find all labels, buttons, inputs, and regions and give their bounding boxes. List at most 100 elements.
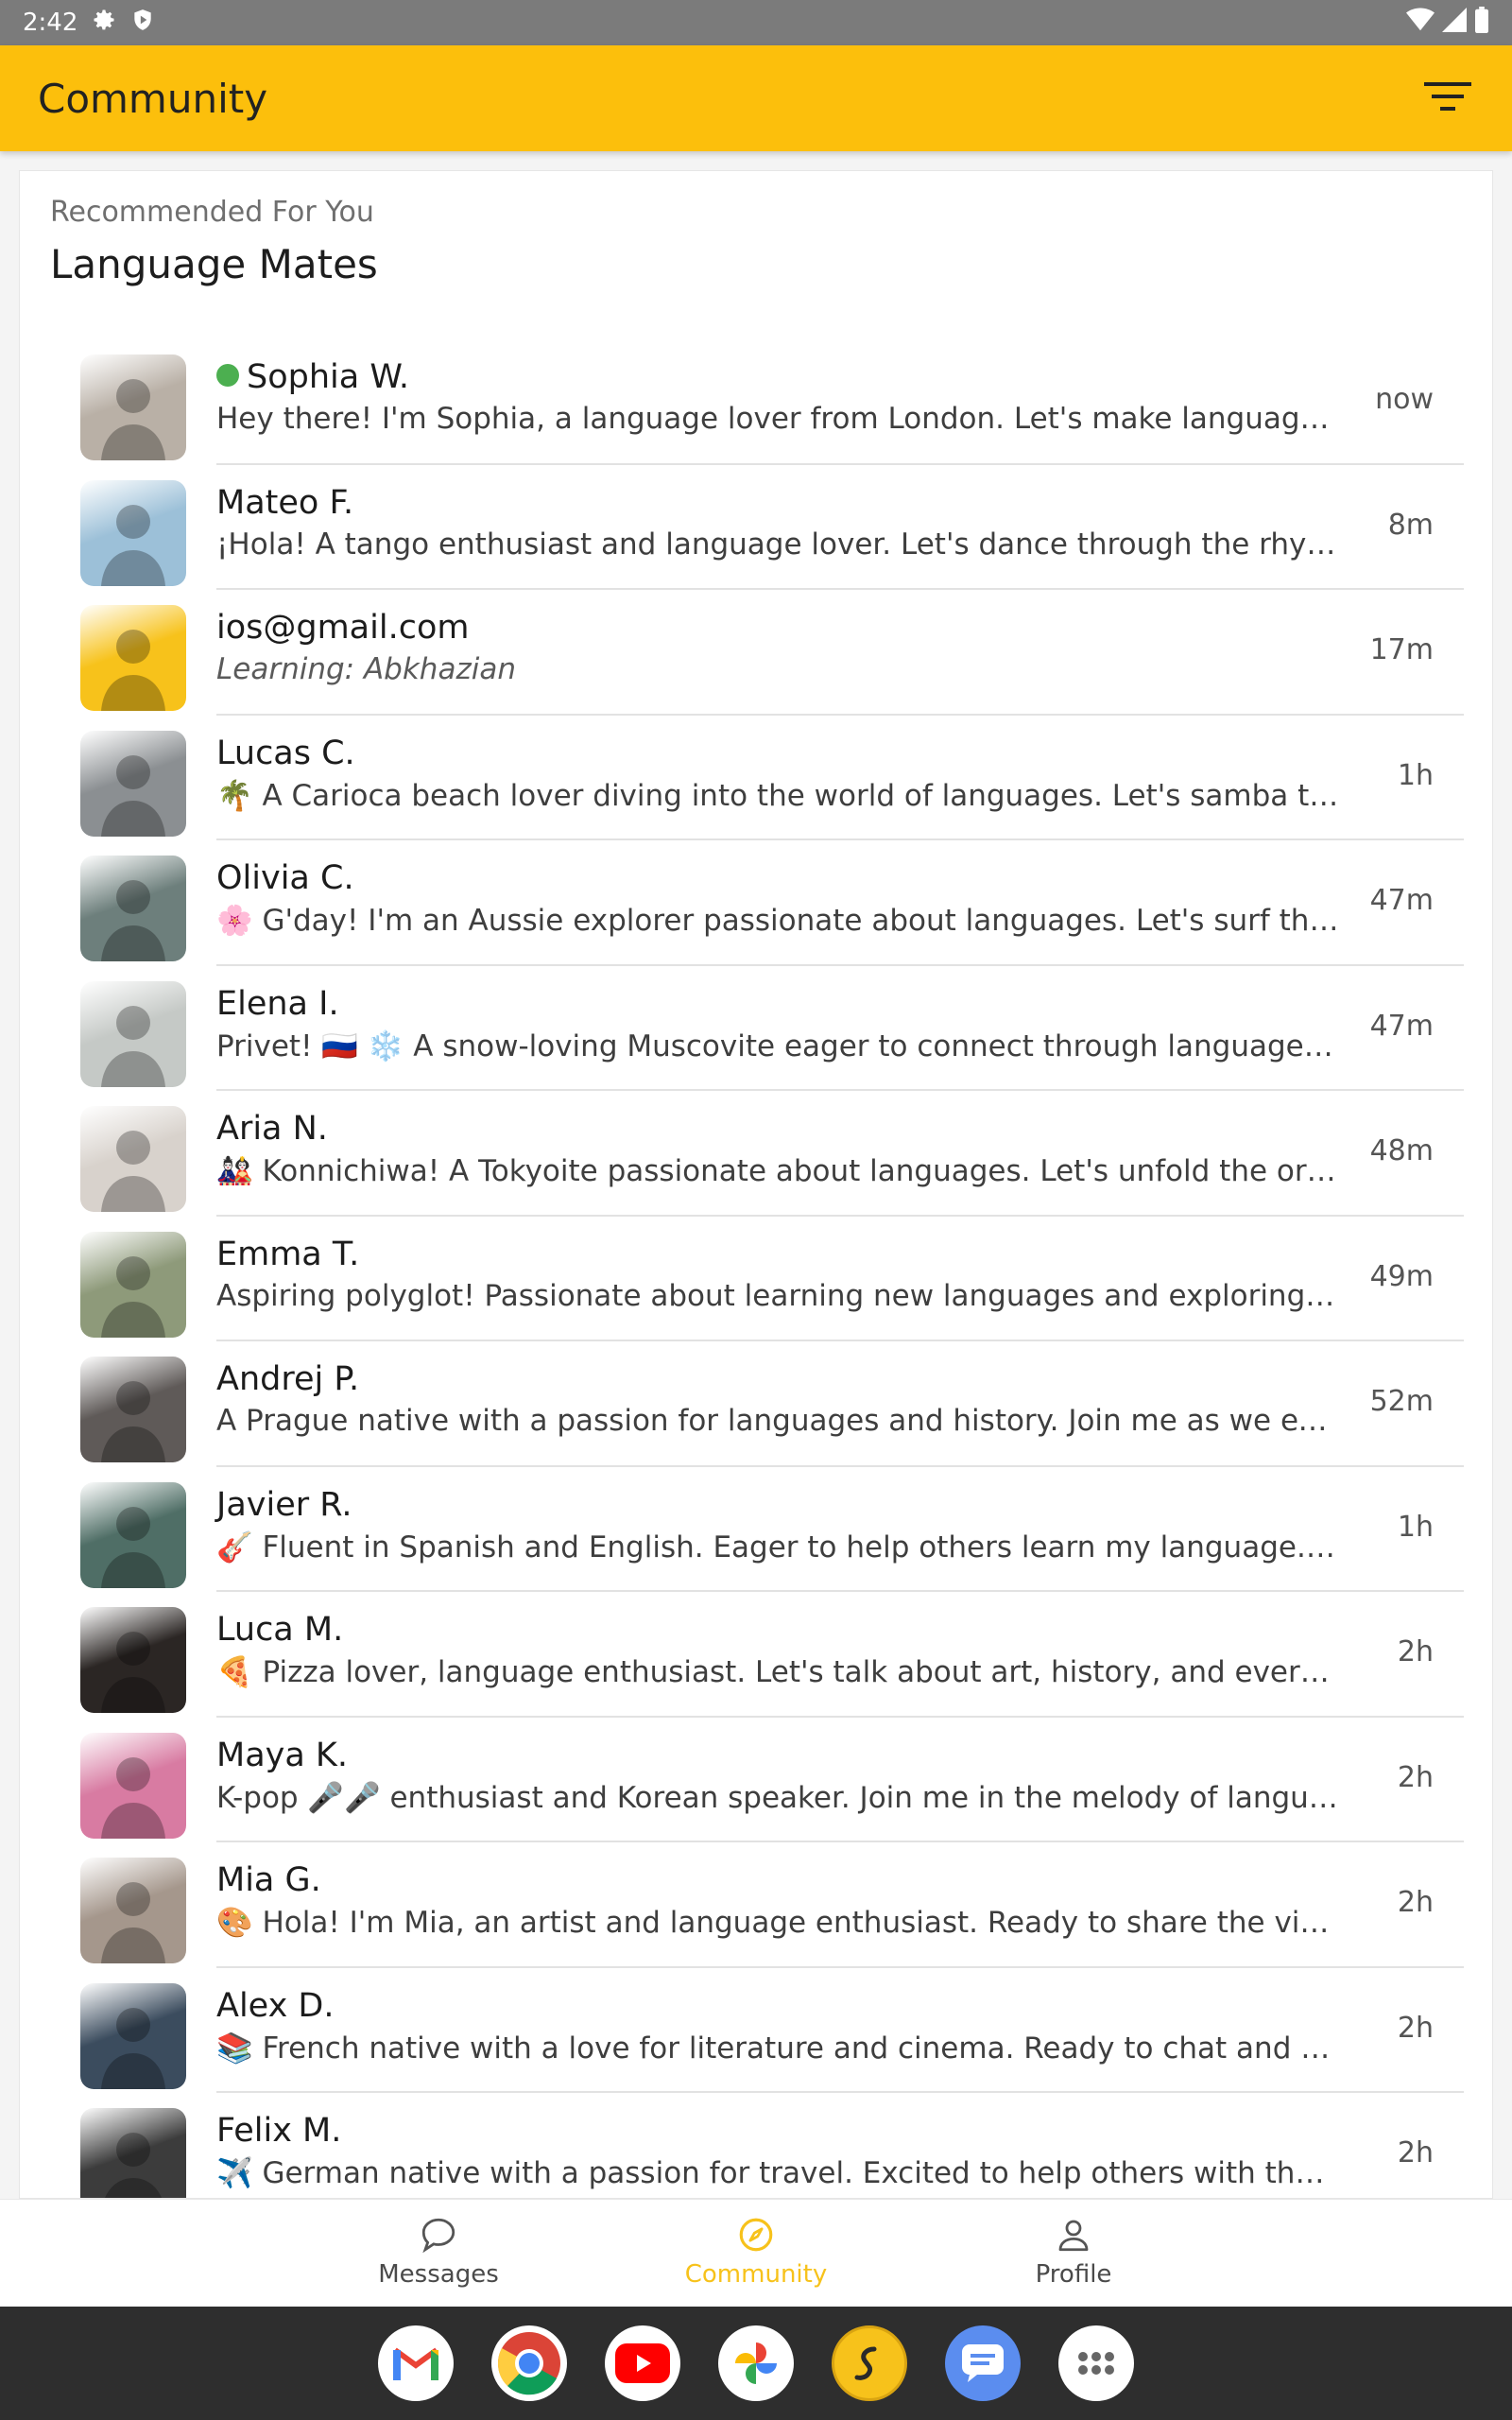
nav-messages-label: Messages: [378, 2260, 499, 2289]
list-item-body: Andrej P. A Prague native with a passion …: [216, 1341, 1464, 1467]
last-active-time: 48m: [1369, 1134, 1434, 1167]
last-active-time: 2h: [1397, 1886, 1434, 1919]
user-name-row: Alex D.: [216, 1987, 335, 2025]
youtube-icon[interactable]: [605, 2325, 680, 2401]
sms-icon[interactable]: [945, 2325, 1021, 2401]
avatar[interactable]: [80, 980, 186, 1087]
online-status-icon: [216, 364, 239, 387]
avatar[interactable]: [80, 354, 186, 460]
user-name: Emma T.: [216, 1235, 360, 1273]
user-name: Mia G.: [216, 1861, 321, 1899]
user-bio: ¡Hola! A tango enthusiast and language l…: [216, 527, 1341, 562]
avatar[interactable]: [80, 1732, 186, 1839]
list-item[interactable]: Felix M. ✈️ German native with a passion …: [80, 2093, 1464, 2198]
user-name-row: Emma T.: [216, 1236, 359, 1273]
filter-button[interactable]: [1421, 72, 1474, 125]
user-name: Maya K.: [216, 1736, 349, 1774]
user-name-row: Javier R.: [216, 1486, 352, 1524]
user-name-row: ios@gmail.com: [216, 609, 469, 647]
list-item[interactable]: Maya K. K-pop 🎤🎤 enthusiast and Korean sp…: [80, 1718, 1464, 1842]
last-active-time: 1h: [1397, 758, 1434, 792]
list-item-body: Felix M. ✈️ German native with a passion …: [216, 2093, 1464, 2198]
user-name-row: Andrej P.: [216, 1360, 359, 1398]
list-item[interactable]: Mia G. 🎨 Hola! I'm Mia, an artist and lan…: [80, 1842, 1464, 1968]
nav-profile[interactable]: Profile: [960, 2211, 1187, 2289]
user-bio: 🎎 Konnichiwa! A Tokyoite passionate abou…: [216, 1154, 1341, 1188]
last-active-time: 2h: [1397, 1635, 1434, 1668]
last-active-time: 47m: [1369, 1009, 1434, 1043]
language-app-icon[interactable]: [832, 2325, 907, 2401]
user-name-row: Felix M.: [216, 2112, 341, 2150]
list-item-body: Lucas C. 🌴 A Carioca beach lover diving i…: [216, 716, 1464, 840]
person-icon: [960, 2211, 1187, 2258]
user-name: Luca M.: [216, 1611, 344, 1649]
avatar[interactable]: [80, 1858, 186, 1963]
last-active-time: now: [1375, 383, 1434, 416]
user-name-row: Mia G.: [216, 1861, 321, 1899]
photos-icon[interactable]: [718, 2325, 794, 2401]
nav-community-label: Community: [684, 2260, 828, 2289]
avatar[interactable]: [80, 730, 186, 837]
filter-icon: [1424, 80, 1471, 116]
user-name: Sophia W.: [247, 358, 410, 396]
list-item[interactable]: Aria N. 🎎 Konnichiwa! A Tokyoite passiona…: [80, 1091, 1464, 1217]
page-title: Community: [38, 75, 268, 122]
list-item-body: Alex D. 📚 French native with a love for l…: [216, 1968, 1464, 2093]
list-item[interactable]: Alex D. 📚 French native with a love for l…: [80, 1968, 1464, 2093]
list-item[interactable]: Andrej P. A Prague native with a passion …: [80, 1341, 1464, 1467]
battery-icon: [1474, 6, 1489, 40]
last-active-time: 52m: [1369, 1385, 1434, 1418]
shield-icon: [130, 7, 155, 40]
user-bio: 📚 French native with a love for literatu…: [216, 2031, 1341, 2066]
learning-language: Learning: Abkhazian: [216, 652, 516, 686]
list-item-body: Aria N. 🎎 Konnichiwa! A Tokyoite passiona…: [216, 1091, 1464, 1217]
list-item-body: ios@gmail.com Learning: Abkhazian 17m: [216, 590, 1464, 716]
list-item[interactable]: Mateo F. ¡Hola! A tango enthusiast and la…: [80, 465, 1464, 590]
avatar[interactable]: [80, 1357, 186, 1462]
avatar[interactable]: [80, 856, 186, 961]
user-bio: 🎨 Hola! I'm Mia, an artist and language …: [216, 1906, 1341, 1940]
list-item[interactable]: Sophia W. Hey there! I'm Sophia, a langua…: [80, 339, 1464, 465]
avatar[interactable]: [80, 1982, 186, 2089]
list-item-body: Emma T. Aspiring polyglot! Passionate abo…: [216, 1217, 1464, 1341]
gmail-icon[interactable]: [378, 2325, 454, 2401]
user-name-row: Sophia W.: [216, 358, 409, 396]
list-item[interactable]: Luca M. 🍕 Pizza lover, language enthusias…: [80, 1592, 1464, 1718]
list-item[interactable]: Emma T. Aspiring polyglot! Passionate abo…: [80, 1217, 1464, 1341]
list-item[interactable]: Olivia C. 🌸 G'day! I'm an Aussie explorer…: [80, 840, 1464, 966]
list-item-body: Mia G. 🎨 Hola! I'm Mia, an artist and lan…: [216, 1842, 1464, 1968]
list-item[interactable]: Elena I. Privet! 🇷🇺 ❄️ A snow-loving Musc…: [80, 966, 1464, 1091]
chrome-icon[interactable]: [491, 2325, 567, 2401]
avatar[interactable]: [80, 1607, 186, 1713]
user-bio: 🌸 G'day! I'm an Aussie explorer passiona…: [216, 904, 1341, 938]
last-active-time: 2h: [1397, 2136, 1434, 2169]
app-drawer-icon[interactable]: [1058, 2325, 1134, 2401]
avatar[interactable]: [80, 2108, 186, 2198]
language-mates-list: Sophia W. Hey there! I'm Sophia, a langua…: [80, 339, 1464, 2198]
avatar[interactable]: [80, 479, 186, 586]
list-item-body: Mateo F. ¡Hola! A tango enthusiast and la…: [216, 465, 1464, 590]
nav-messages[interactable]: Messages: [325, 2211, 552, 2289]
user-bio: 🎸 Fluent in Spanish and English. Eager t…: [216, 1530, 1341, 1564]
avatar[interactable]: [80, 1106, 186, 1212]
user-name: Lucas C.: [216, 734, 355, 772]
user-name: ios@gmail.com: [216, 609, 470, 647]
last-active-time: 1h: [1397, 1510, 1434, 1544]
section-subtitle: Recommended For You: [50, 196, 374, 229]
user-bio: Hey there! I'm Sophia, a language lover …: [216, 402, 1341, 436]
list-item[interactable]: ios@gmail.com Learning: Abkhazian 17m: [80, 590, 1464, 716]
nav-community[interactable]: Community: [643, 2211, 869, 2289]
user-name: Javier R.: [216, 1485, 352, 1524]
user-bio: A Prague native with a passion for langu…: [216, 1404, 1341, 1438]
avatar[interactable]: [80, 1481, 186, 1588]
app-bar: Community: [0, 45, 1512, 151]
avatar[interactable]: [80, 605, 186, 711]
recommendations-card: Recommended For You Language Mates Sophi…: [19, 170, 1493, 2199]
list-item[interactable]: Javier R. 🎸 Fluent in Spanish and English…: [80, 1467, 1464, 1592]
avatar[interactable]: [80, 1231, 186, 1338]
compass-icon: [643, 2211, 869, 2258]
user-name-row: Olivia C.: [216, 859, 354, 897]
list-item[interactable]: Lucas C. 🌴 A Carioca beach lover diving i…: [80, 716, 1464, 840]
nav-profile-label: Profile: [1035, 2260, 1112, 2289]
status-bar: 2:42: [0, 0, 1512, 45]
